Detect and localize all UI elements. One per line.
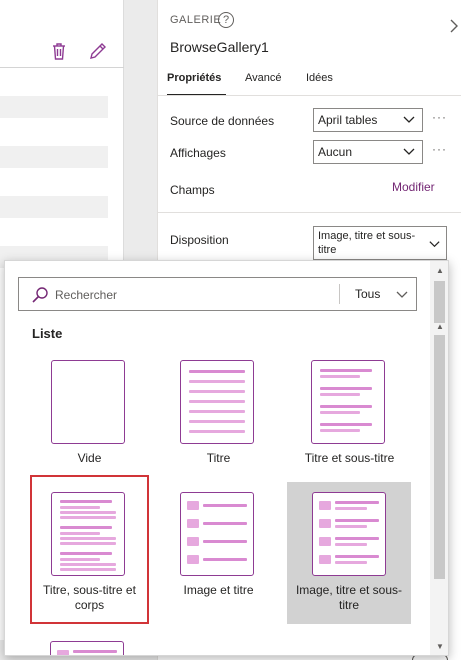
layout-dropdown[interactable]: Image, titre et sous-titre bbox=[313, 226, 447, 260]
layout-thumbnail bbox=[312, 492, 386, 576]
tab-properties[interactable]: Propriétés bbox=[167, 72, 221, 84]
filter-value: Tous bbox=[355, 287, 381, 301]
chevron-down-icon bbox=[403, 116, 415, 123]
layout-option-blank[interactable]: Vide bbox=[31, 350, 148, 492]
app-root: GALERIE ? BrowseGallery1 Propriétés Avan… bbox=[0, 0, 461, 660]
chevron-down-icon bbox=[429, 241, 440, 248]
scrollbar-thumb[interactable] bbox=[434, 281, 445, 323]
layout-option-label: Image et titre bbox=[183, 583, 254, 597]
layout-thumbnail bbox=[51, 360, 125, 444]
control-name[interactable]: BrowseGallery1 bbox=[170, 39, 269, 55]
scroll-up-icon[interactable]: ▲ bbox=[433, 321, 447, 333]
layout-option-image-title[interactable]: Image et titre bbox=[160, 482, 277, 624]
layout-thumbnail bbox=[311, 360, 385, 444]
section-title: Liste bbox=[32, 326, 63, 341]
layout-option-label: Titre bbox=[206, 451, 231, 465]
divider bbox=[158, 212, 461, 213]
views-dropdown[interactable]: Aucun bbox=[313, 140, 423, 164]
layout-option-label: Titre et sous-titre bbox=[304, 451, 395, 465]
tab-ideas[interactable]: Idées bbox=[306, 72, 333, 84]
divider bbox=[158, 95, 461, 96]
layout-thumbnail bbox=[180, 360, 254, 444]
more-options-icon[interactable]: ··· bbox=[432, 110, 447, 124]
control-type-label: GALERIE bbox=[170, 14, 222, 26]
divider bbox=[339, 284, 340, 304]
chevron-down-icon bbox=[396, 291, 408, 298]
data-source-label: Source de données bbox=[170, 114, 275, 128]
gallery-row-placeholder bbox=[0, 96, 108, 118]
layout-option-label: Image, titre et sous-titre bbox=[295, 583, 403, 612]
scrollbar-thumb[interactable] bbox=[434, 335, 445, 579]
layout-thumbnail bbox=[180, 492, 254, 576]
gallery-row-placeholder bbox=[0, 146, 108, 168]
layout-option-partial[interactable] bbox=[50, 641, 124, 655]
filter-dropdown[interactable]: Tous bbox=[347, 282, 413, 306]
layout-option-title-subtitle-body[interactable]: Titre, sous-titre et corps bbox=[30, 475, 149, 624]
chevron-right-icon[interactable] bbox=[448, 17, 460, 35]
gallery-toolbar bbox=[0, 0, 124, 68]
views-label: Affichages bbox=[170, 146, 226, 160]
layout-label: Disposition bbox=[170, 233, 229, 247]
search-input[interactable] bbox=[55, 285, 325, 305]
chevron-down-icon bbox=[403, 148, 415, 155]
edit-fields-link[interactable]: Modifier bbox=[392, 180, 435, 194]
trash-icon[interactable] bbox=[48, 40, 70, 62]
layout-value: Image, titre et sous-titre bbox=[318, 230, 416, 256]
scrollbar[interactable]: ▲ ▲ ▼ bbox=[430, 261, 448, 655]
layout-thumbnail bbox=[51, 492, 125, 576]
layout-option-label: Vide bbox=[77, 451, 102, 465]
data-source-value: April tables bbox=[318, 113, 378, 127]
pencil-icon[interactable] bbox=[87, 40, 109, 62]
scroll-up-icon[interactable]: ▲ bbox=[433, 265, 447, 277]
views-value: Aucun bbox=[318, 145, 353, 159]
fields-label: Champs bbox=[170, 183, 215, 197]
layout-option-label: Titre, sous-titre et corps bbox=[43, 583, 136, 612]
more-options-icon[interactable]: ··· bbox=[432, 142, 447, 156]
scroll-down-icon[interactable]: ▼ bbox=[433, 641, 447, 653]
layout-option-image-title-subtitle[interactable]: Image, titre et sous-titre bbox=[287, 482, 411, 624]
search-icon bbox=[32, 287, 48, 303]
layout-picker-flyout: Tous Liste Vide Titre bbox=[4, 260, 449, 656]
help-icon[interactable]: ? bbox=[218, 12, 234, 28]
gallery-row-placeholder bbox=[0, 196, 108, 218]
tab-advanced[interactable]: Avancé bbox=[245, 72, 282, 84]
data-source-dropdown[interactable]: April tables bbox=[313, 108, 423, 132]
layout-option-title-subtitle[interactable]: Titre et sous-titre bbox=[291, 350, 408, 492]
layout-option-title[interactable]: Titre bbox=[160, 350, 277, 492]
search-box: Tous bbox=[18, 277, 417, 311]
